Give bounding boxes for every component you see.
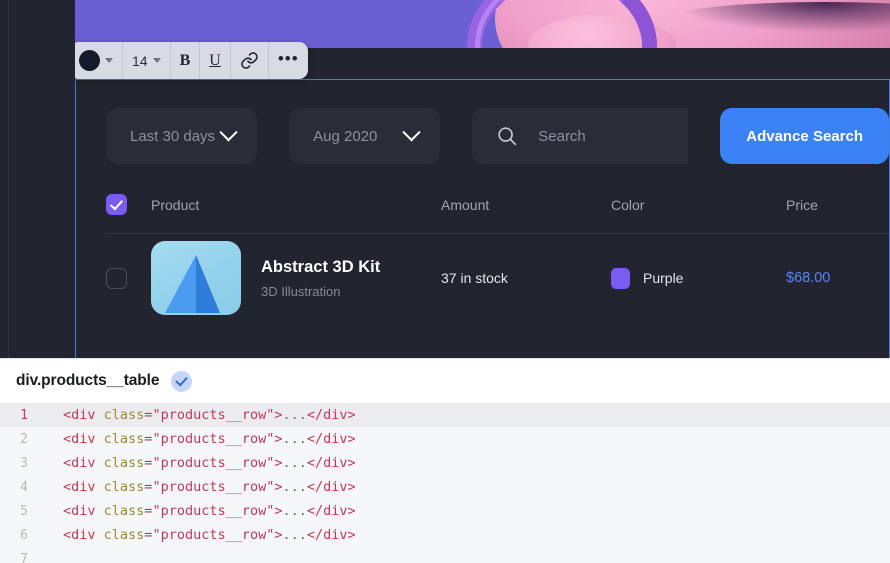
product-color-name: Purple [643,270,684,286]
chevron-down-icon [402,122,421,141]
date-range-dropdown[interactable]: Last 30 days [106,108,258,164]
code-line[interactable]: 2 <div class="products__row">...</div> [0,427,890,451]
product-amount: 37 in stock [441,270,508,286]
row-select-cell [106,267,151,289]
code-line[interactable]: 3 <div class="products__row">...</div> [0,451,890,475]
code-line[interactable]: 5 <div class="products__row">...</div> [0,499,890,523]
month-dropdown[interactable]: Aug 2020 [289,108,441,164]
code-line-number: 4 [20,479,28,495]
code-line-number: 3 [20,455,28,471]
advance-search-button[interactable]: Advance Search [720,108,889,164]
product-text: Abstract 3D Kit 3D Illustration [261,258,380,299]
page-canvas: 14 B U ••• Last 30 days Aug 2020 Search … [75,0,890,358]
pyramid-icon-left-face [165,255,196,313]
table-row[interactable]: Abstract 3D Kit 3D Illustration 37 in st… [106,234,889,315]
code-line-text: <div class="products__row">...</div> [63,431,356,447]
row-checkbox[interactable] [106,267,127,289]
chevron-down-icon [219,122,238,141]
code-view[interactable]: 1 <div class="products__row">...</div> 2 <d… [0,403,890,563]
underline-label: U [209,51,221,69]
column-header-product[interactable]: Product [151,197,441,213]
product-color-cell: Purple [611,267,786,289]
left-rail [0,0,75,358]
code-line-text: <div class="products__row">...</div> [63,479,356,495]
more-dots-icon: ••• [277,49,299,68]
font-size-value: 14 [132,52,148,69]
month-label: Aug 2020 [313,127,378,145]
code-line-text: <div class="products__row">...</div> [63,407,356,423]
color-swatch-icon [79,50,100,71]
devtools-panel: div.products__table 1 <div class="product… [0,358,890,563]
product-thumbnail [151,241,241,315]
code-line-text: <div class="products__row">...</div> [63,503,356,519]
hero-banner [75,0,890,48]
code-line[interactable]: 7 [0,547,890,563]
code-line-text: <div class="products__row">...</div> [63,527,356,543]
search-box[interactable] [472,108,689,164]
chevron-down-icon [105,58,113,63]
product-cell: Abstract 3D Kit 3D Illustration [151,241,441,315]
column-header-color[interactable]: Color [611,197,786,213]
product-price: $68.00 [786,270,831,286]
code-line[interactable]: 4 <div class="products__row">...</div> [0,475,890,499]
text-format-toolbar[interactable]: 14 B U ••• [75,42,308,79]
rail-divider [8,0,9,358]
code-line-number: 5 [20,503,28,519]
products-table: Last 30 days Aug 2020 Advance Search [76,80,889,358]
more-options-button[interactable]: ••• [269,42,308,79]
app-root: 14 B U ••• Last 30 days Aug 2020 Search … [0,0,890,563]
filter-bar: Last 30 days Aug 2020 Advance Search [106,108,889,164]
bold-button[interactable]: B [171,42,201,79]
product-subtitle: 3D Illustration [261,283,341,299]
column-header-amount[interactable]: Amount [441,197,611,213]
underline-button[interactable]: U [200,42,231,79]
devtools-header: div.products__table [0,359,890,403]
selected-element-label: div.products__table [16,372,160,389]
code-line[interactable]: 6 <div class="products__row">...</div> [0,523,890,547]
code-line-number: 2 [20,431,28,447]
products-list: Product Amount Color Price Abstract 3D K… [106,194,889,315]
code-line-number: 1 [20,407,28,423]
font-size-button[interactable]: 14 [123,42,171,79]
pyramid-icon-right-face [196,255,220,313]
link-icon [241,52,258,69]
hero-tube-highlight [475,0,649,48]
select-all-cell [106,194,151,215]
code-line[interactable]: 1 <div class="products__row">...</div> [0,403,890,427]
search-icon [498,127,517,146]
code-line-number: 6 [20,527,28,543]
bold-label: B [179,51,191,69]
color-picker-button[interactable] [75,42,123,79]
select-all-checkbox[interactable] [106,194,127,215]
check-circle-icon[interactable] [171,370,193,392]
search-input[interactable] [538,127,689,145]
table-header-row: Product Amount Color Price [106,194,889,234]
chevron-down-icon [152,58,161,63]
date-range-label: Last 30 days [130,127,216,145]
color-swatch-icon [611,267,630,289]
code-line-number: 7 [20,551,28,563]
column-header-price[interactable]: Price [786,197,890,213]
link-button[interactable] [231,42,269,79]
code-line-text: <div class="products__row">...</div> [63,455,356,471]
product-title: Abstract 3D Kit [261,257,381,276]
